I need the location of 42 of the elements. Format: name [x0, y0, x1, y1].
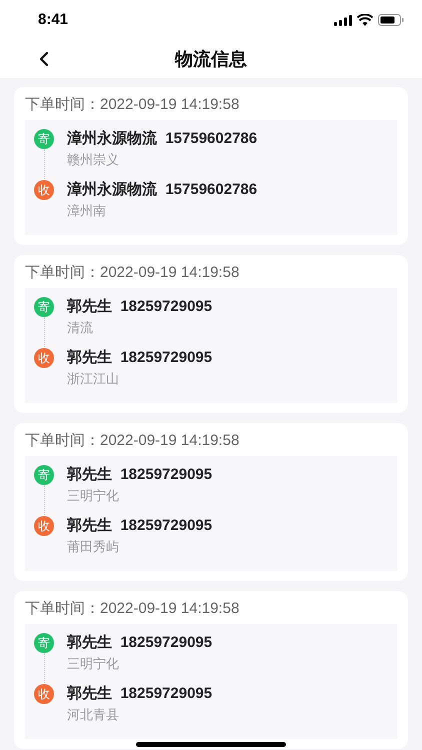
order-card[interactable]: 下单时间：2022-09-19 14:19:58 寄 郭先生 18259729095 三明宁化 收 郭先生 18259729095 河北青县: [14, 591, 408, 749]
receiver-badge: 收: [34, 684, 54, 704]
contact-place: 三明宁化: [67, 487, 120, 505]
contact-place: 浙江江山: [67, 370, 120, 388]
sender-badge: 寄: [34, 297, 54, 317]
order-time-label: 下单时间：: [25, 598, 100, 619]
sender-badge: 寄: [34, 129, 54, 149]
order-time: 2022-09-19 14:19:58: [100, 598, 240, 619]
order-time: 2022-09-19 14:19:58: [100, 94, 240, 115]
order-time: 2022-09-19 14:19:58: [100, 430, 240, 451]
order-card[interactable]: 下单时间：2022-09-19 14:19:58 寄 漳州永源物流 15759602786 赣州崇义 收 漳州永源物流 15759602786 漳州南: [14, 87, 408, 245]
battery-icon: [378, 14, 404, 26]
page-title: 物流信息: [175, 48, 247, 70]
status-time: 8:41: [38, 10, 68, 30]
order-time: 2022-09-19 14:19:58: [100, 262, 240, 283]
contact-name-phone: 漳州永源物流 15759602786: [67, 180, 258, 200]
order-time-label: 下单时间：: [25, 94, 100, 115]
sender-badge: 寄: [34, 633, 54, 653]
contact-place: 莆田秀屿: [67, 538, 120, 556]
contact-place: 三明宁化: [67, 655, 120, 673]
order-time-label: 下单时间：: [25, 262, 100, 283]
receiver-badge: 收: [34, 516, 54, 536]
contact-name-phone: 郭先生 18259729095: [67, 684, 212, 704]
order-card[interactable]: 下单时间：2022-09-19 14:19:58 寄 郭先生 18259729095 清流 收 郭先生 18259729095 浙江江山: [14, 255, 408, 413]
contact-name-phone: 郭先生 18259729095: [67, 465, 212, 485]
order-time-label: 下单时间：: [25, 430, 100, 451]
contact-name-phone: 郭先生 18259729095: [67, 297, 212, 317]
contact-place: 清流: [67, 319, 94, 337]
receiver-badge: 收: [34, 180, 54, 200]
contact-name-phone: 郭先生 18259729095: [67, 633, 212, 653]
contact-place: 河北青县: [67, 706, 120, 724]
signal-icon: [334, 14, 352, 26]
receiver-badge: 收: [34, 348, 54, 368]
contact-name-phone: 郭先生 18259729095: [67, 348, 212, 368]
contact-name-phone: 郭先生 18259729095: [67, 516, 212, 536]
back-icon: [39, 51, 49, 67]
order-card[interactable]: 下单时间：2022-09-19 14:19:58 寄 郭先生 18259729095 三明宁化 收 郭先生 18259729095 莆田秀屿: [14, 423, 408, 581]
sender-badge: 寄: [34, 465, 54, 485]
contact-name-phone: 漳州永源物流 15759602786: [67, 129, 258, 149]
contact-place: 漳州南: [67, 202, 107, 220]
wifi-icon: [357, 14, 373, 26]
contact-place: 赣州崇义: [67, 151, 120, 169]
